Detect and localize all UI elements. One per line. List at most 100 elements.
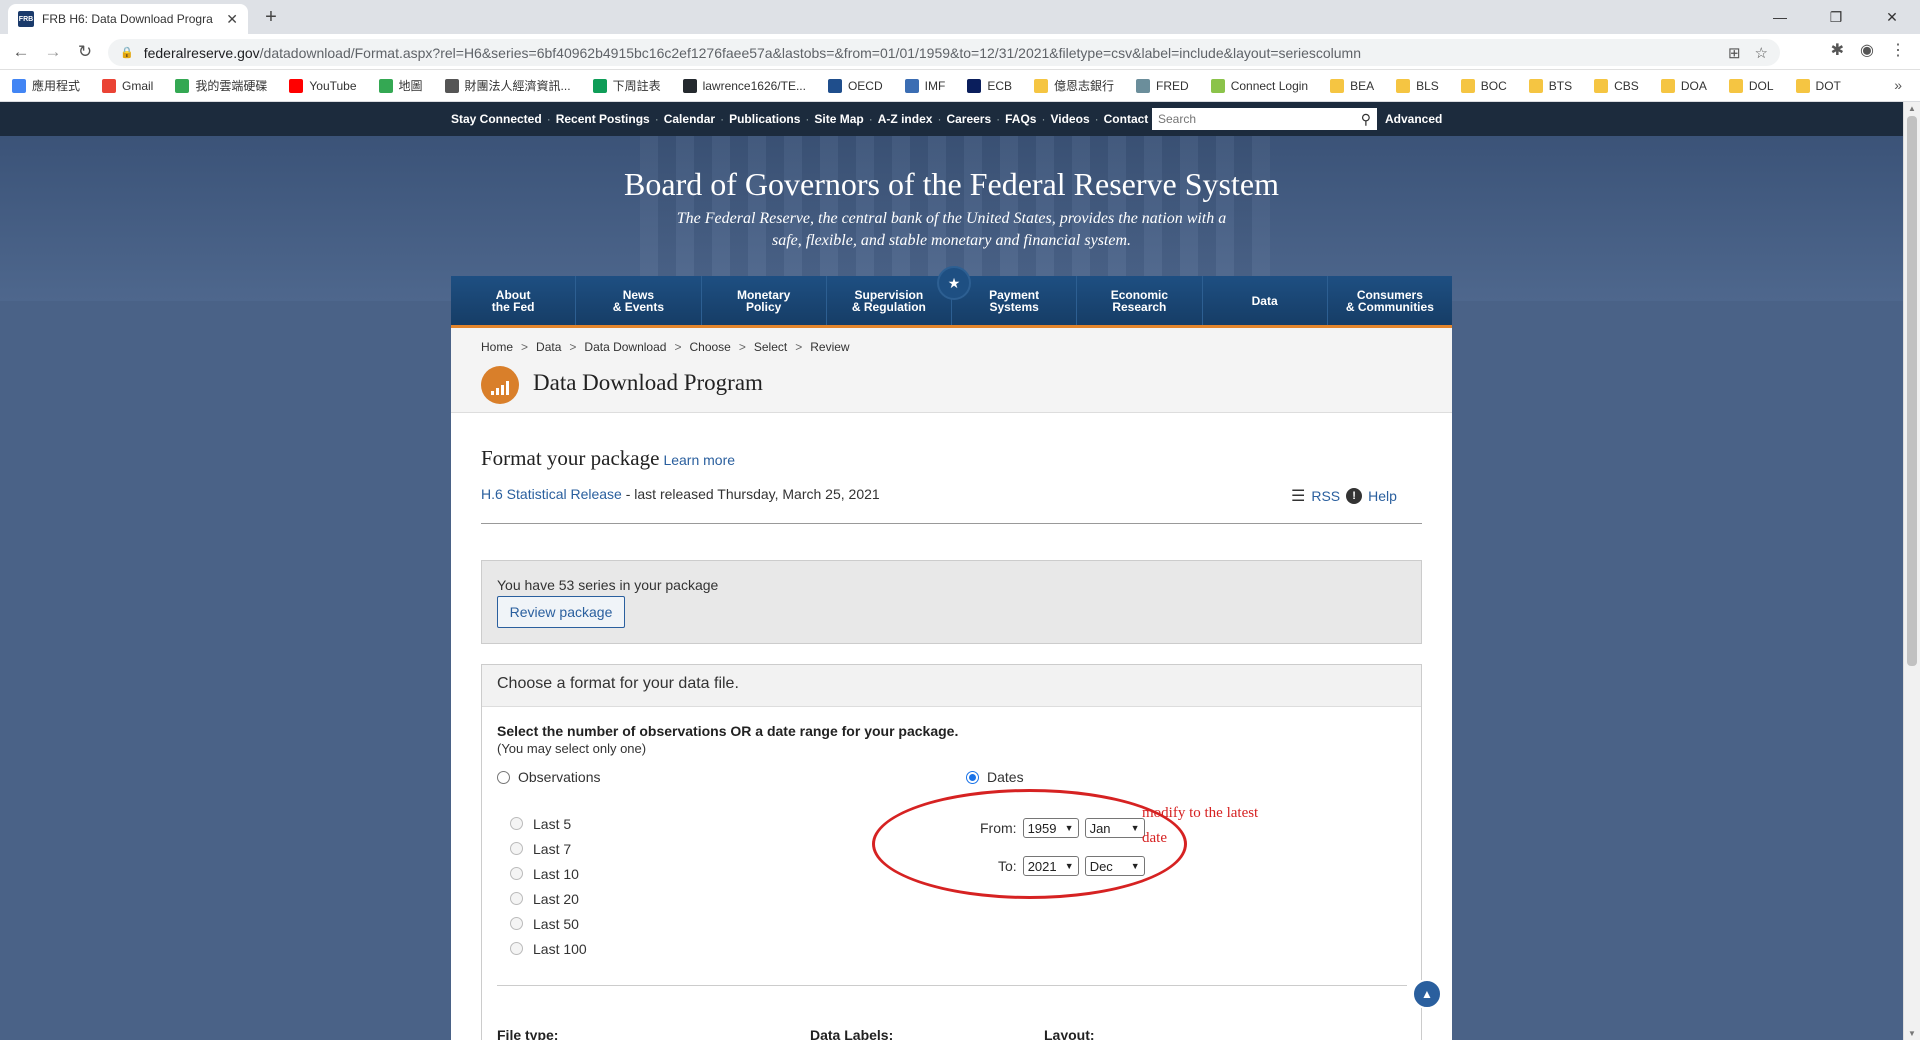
- bookmark-item[interactable]: 應用程式: [12, 77, 80, 94]
- util-link[interactable]: Stay Connected: [451, 112, 542, 126]
- bookmark-item[interactable]: ECB: [967, 78, 1012, 93]
- from-year-select[interactable]: 1959 ▼: [1022, 818, 1079, 838]
- observations-radio[interactable]: [497, 770, 510, 784]
- util-link[interactable]: A-Z index: [878, 112, 933, 126]
- dates-option[interactable]: Dates: [966, 769, 1024, 785]
- to-month-select[interactable]: Dec ▼: [1084, 856, 1145, 876]
- main-nav-item[interactable]: Monetary Policy: [702, 276, 827, 325]
- main-nav-item[interactable]: Supervision & Regulation: [827, 276, 952, 325]
- breadcrumb-item[interactable]: Review: [810, 340, 849, 354]
- release-link[interactable]: H.6 Statistical Release: [481, 486, 622, 502]
- last-observations-option[interactable]: Last 10: [510, 865, 587, 882]
- breadcrumb-item[interactable]: Home: [481, 340, 513, 354]
- review-package-button[interactable]: Review package: [497, 596, 625, 628]
- last-observations-option[interactable]: Last 100: [510, 940, 587, 957]
- new-tab-icon[interactable]: +: [258, 4, 284, 30]
- bookmark-item[interactable]: FRED: [1136, 78, 1189, 93]
- advanced-search-link[interactable]: Advanced: [1385, 112, 1442, 126]
- profile-icon[interactable]: ◉: [1860, 40, 1874, 60]
- breadcrumb-item[interactable]: Data: [536, 340, 561, 354]
- search-icon[interactable]: ⚲: [1361, 111, 1371, 128]
- bookmark-item[interactable]: lawrence1626/TE...: [682, 78, 806, 93]
- close-window-icon[interactable]: ✕: [1864, 0, 1920, 34]
- breadcrumb-item[interactable]: Choose: [689, 340, 730, 354]
- bookmark-item[interactable]: 億恩志銀行: [1034, 77, 1114, 94]
- help-icon[interactable]: !: [1346, 488, 1363, 504]
- bookmark-item[interactable]: CBS: [1594, 78, 1639, 93]
- util-link[interactable]: Contact: [1104, 112, 1149, 126]
- last-observations-radio[interactable]: [510, 892, 523, 905]
- minimize-icon[interactable]: —: [1752, 0, 1808, 34]
- bookmark-item[interactable]: Gmail: [102, 78, 153, 93]
- url-text[interactable]: federalreserve.gov/datadownload/Format.a…: [144, 45, 1718, 61]
- page-scrollbar[interactable]: ▲ ▼: [1903, 102, 1920, 1040]
- bookmark-star-icon[interactable]: ☆: [1755, 44, 1768, 62]
- menu-icon[interactable]: ⋮: [1890, 40, 1906, 60]
- restore-icon[interactable]: ❐: [1808, 0, 1864, 34]
- main-nav-item[interactable]: About the Fed: [451, 276, 577, 325]
- bookmark-item[interactable]: 我的雲端硬碟: [175, 77, 267, 94]
- reload-icon[interactable]: ↻: [72, 40, 98, 64]
- bookmark-item[interactable]: DOL: [1728, 78, 1774, 93]
- main-nav-item[interactable]: Consumers & Communities: [1328, 276, 1452, 325]
- forward-icon[interactable]: →: [40, 40, 66, 64]
- search-input[interactable]: [1158, 112, 1361, 126]
- bookmark-item[interactable]: DOA: [1660, 78, 1707, 93]
- last-observations-option[interactable]: Last 20: [510, 890, 587, 907]
- last-observations-radio[interactable]: [510, 917, 523, 930]
- last-observations-option[interactable]: Last 7: [510, 840, 587, 857]
- breadcrumb-item[interactable]: Select: [754, 340, 787, 354]
- close-tab-icon[interactable]: ✕: [226, 11, 238, 28]
- main-nav-item[interactable]: Data: [1203, 276, 1328, 325]
- address-bar[interactable]: 🔒 federalreserve.gov/datadownload/Format…: [108, 39, 1780, 66]
- bookmark-item[interactable]: BEA: [1330, 78, 1374, 93]
- bookmark-item[interactable]: BOC: [1460, 78, 1507, 93]
- last-observations-radio[interactable]: [510, 942, 523, 955]
- bookmark-item[interactable]: DOT: [1795, 78, 1841, 93]
- rss-link[interactable]: RSS: [1311, 488, 1340, 504]
- lock-icon[interactable]: 🔒: [120, 46, 134, 59]
- scrollbar-thumb[interactable]: [1907, 116, 1917, 666]
- bookmark-item[interactable]: Connect Login: [1210, 78, 1308, 93]
- bookmark-item[interactable]: BTS: [1528, 78, 1572, 93]
- bookmark-item[interactable]: 地圖: [378, 77, 423, 94]
- bookmark-item[interactable]: 下周註表: [592, 77, 661, 94]
- main-nav-item[interactable]: Economic Research: [1077, 276, 1203, 325]
- last-observations-radio[interactable]: [510, 817, 523, 830]
- breadcrumb-item[interactable]: Data Download: [584, 340, 666, 354]
- util-link[interactable]: Publications: [729, 112, 800, 126]
- back-icon[interactable]: ←: [8, 40, 34, 64]
- last-observations-radio[interactable]: [510, 867, 523, 880]
- scroll-down-icon[interactable]: ▼: [1908, 1029, 1916, 1038]
- learn-more-link[interactable]: Learn more: [663, 452, 735, 468]
- bookmark-item[interactable]: OECD: [827, 78, 883, 93]
- util-link[interactable]: Careers: [946, 112, 991, 126]
- translate-icon[interactable]: ⊞: [1728, 44, 1741, 62]
- util-link[interactable]: Site Map: [814, 112, 863, 126]
- help-link[interactable]: Help: [1368, 488, 1397, 504]
- back-to-top-icon[interactable]: ▲: [1412, 979, 1442, 1009]
- bookmark-item[interactable]: IMF: [904, 78, 945, 93]
- bookmark-item[interactable]: YouTube: [289, 78, 357, 93]
- browser-tab[interactable]: FRB FRB H6: Data Download Progra ✕: [8, 4, 248, 34]
- extensions-icon[interactable]: ✱: [1831, 40, 1844, 60]
- util-link[interactable]: FAQs: [1005, 112, 1036, 126]
- dates-radio[interactable]: [966, 770, 979, 784]
- observations-option[interactable]: Observations: [497, 769, 600, 785]
- to-year-select[interactable]: 2021 ▼: [1022, 856, 1079, 876]
- from-month-select[interactable]: Jan ▼: [1084, 818, 1145, 838]
- util-link[interactable]: Recent Postings: [556, 112, 650, 126]
- site-title[interactable]: Board of Governors of the Federal Reserv…: [0, 166, 1903, 203]
- last-observations-radio[interactable]: [510, 842, 523, 855]
- rss-icon[interactable]: ☰: [1291, 486, 1305, 506]
- last-observations-option[interactable]: Last 5: [510, 815, 587, 832]
- util-link[interactable]: Calendar: [664, 112, 715, 126]
- last-observations-option[interactable]: Last 50: [510, 915, 587, 932]
- main-nav-item[interactable]: News & Events: [576, 276, 702, 325]
- more-bookmarks-icon[interactable]: »: [1894, 77, 1902, 93]
- bookmark-item[interactable]: 財團法人經濟資訊...: [444, 77, 571, 94]
- scroll-up-icon[interactable]: ▲: [1908, 104, 1916, 113]
- bookmark-item[interactable]: BLS: [1396, 78, 1439, 93]
- package-summary: You have 53 series in your package: [497, 577, 719, 593]
- util-link[interactable]: Videos: [1050, 112, 1089, 126]
